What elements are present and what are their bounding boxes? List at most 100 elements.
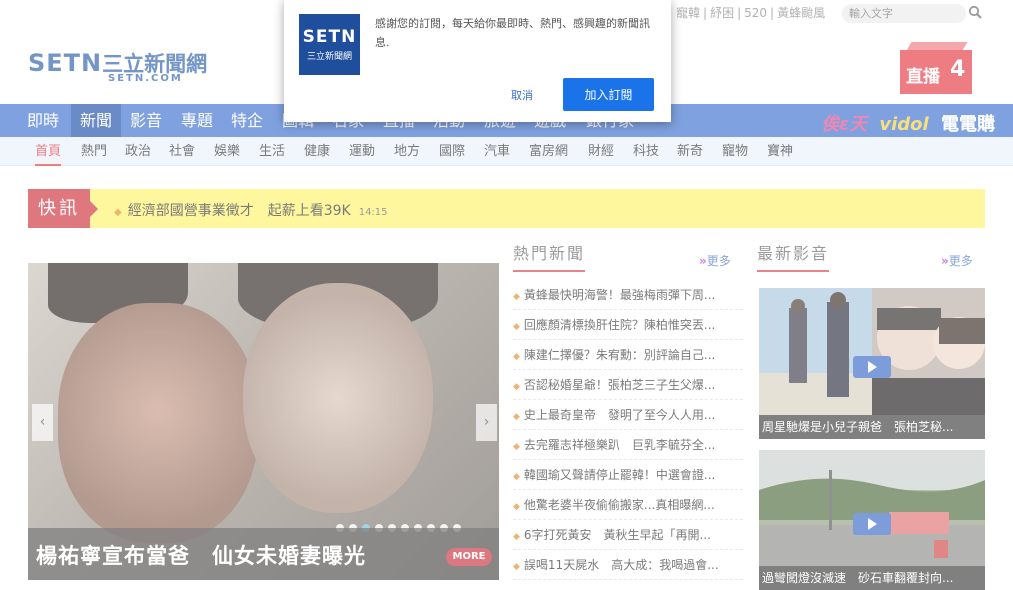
list-item[interactable]: ◆ 韓國瑜又聲請停止罷韓！中選會證... xyxy=(513,460,743,490)
news-headline: 去完羅志祥極樂趴 巨乳李毓芬全... xyxy=(523,438,716,452)
dialog-message: 感謝您的訂閱，每天給你最即時、熱門、感興趣的新聞訊息. xyxy=(375,17,650,49)
carousel-next-button[interactable]: › xyxy=(476,404,497,441)
brand-link[interactable]: vidol xyxy=(879,114,928,135)
diamond-icon: ◆ xyxy=(513,532,520,542)
diamond-icon: ◆ xyxy=(513,412,520,422)
list-item[interactable]: ◆ 黃蜂最快明海警！最強梅雨彈下周... xyxy=(513,280,743,310)
news-headline: 否認秘婚星爺！張柏芝三子生父爆... xyxy=(523,378,716,392)
list-item[interactable]: ◆ 史上最奇皇帝 發明了至今人人用... xyxy=(513,400,743,430)
nav-item-active[interactable]: 新聞 xyxy=(71,104,121,137)
search-icon[interactable] xyxy=(968,5,982,19)
hot-news-list: ◆ 黃蜂最快明海警！最強梅雨彈下周... ◆ 回應顏清標換肝住院？陳柏惟突丟... … xyxy=(513,280,743,580)
divider: | xyxy=(770,6,775,20)
list-item[interactable]: ◆ 陳建仁擇優？朱宥勳：別評論自己... xyxy=(513,340,743,370)
list-item[interactable]: ◆ 去完羅志祥極樂趴 巨乳李毓芬全... xyxy=(513,430,743,460)
subnav-item[interactable]: 熱門 xyxy=(81,137,107,166)
subnav-item[interactable]: 國際 xyxy=(439,137,465,166)
keyword-link[interactable]: 寵韓 xyxy=(676,6,700,20)
nav-item[interactable]: 特企 xyxy=(222,104,272,137)
nav-item[interactable]: 即時 xyxy=(18,104,68,137)
carousel-prev-button[interactable]: ‹ xyxy=(32,404,53,441)
live-count: 4 xyxy=(950,57,966,82)
news-headline: 回應顏清標換肝住院？陳柏惟突丟... xyxy=(523,318,716,332)
carousel-dots xyxy=(336,517,466,532)
dialog-logo: SETN 三立新聞網 xyxy=(299,14,360,75)
video-caption: 過彎闖燈沒減速 砂石車翻覆封向... xyxy=(759,566,985,590)
subnav-item[interactable]: 政治 xyxy=(125,137,151,166)
breaking-news-text: 經濟部國營事業徵才 起薪上看39K xyxy=(127,203,351,219)
breaking-news-label: 快訊 xyxy=(28,189,90,228)
brand-link[interactable]: 俟ε天 xyxy=(821,114,867,135)
list-item[interactable]: ◆ 他驚老婆半夜偷偷搬家...真相曝網... xyxy=(513,490,743,520)
subnav-item[interactable]: 健康 xyxy=(304,137,330,166)
diamond-icon: ◆ xyxy=(513,322,520,332)
news-headline: 他驚老婆半夜偷偷搬家...真相曝網... xyxy=(523,498,715,512)
hot-keywords: 寵韓 | 紓困 | 520 | 黃蜂颱風 xyxy=(676,4,825,21)
sub-nav: 首頁 熱門 政治 社會 娛樂 生活 健康 運動 地方 國際 汽車 富房網 財經 … xyxy=(0,137,1013,166)
diamond-icon: ◆ xyxy=(513,502,520,512)
more-link[interactable]: » 更多 xyxy=(699,252,731,269)
headline-carousel[interactable]: ‹ › 楊祐寧宣布當爸 仙女未婚妻曝光 MORE xyxy=(28,263,499,580)
subnav-item[interactable]: 運動 xyxy=(349,137,375,166)
play-icon[interactable] xyxy=(853,513,891,535)
keyword-link[interactable]: 紓困 xyxy=(710,6,734,20)
diamond-icon: ◆ xyxy=(513,562,520,572)
site-logo[interactable]: SETN三立新聞網 SETN.COM xyxy=(28,48,218,88)
list-item[interactable]: ◆ 否認秘婚星爺！張柏芝三子生父爆... xyxy=(513,370,743,400)
subnav-item[interactable]: 寵物 xyxy=(722,137,748,166)
subnav-item[interactable]: 社會 xyxy=(169,137,195,166)
logo-text: SETN xyxy=(28,49,103,77)
dialog-logo-subtext: 三立新聞網 xyxy=(306,52,352,62)
subnav-item-active[interactable]: 首頁 xyxy=(35,137,62,166)
video-card[interactable]: 過彎闖燈沒減速 砂石車翻覆封向... xyxy=(759,450,985,590)
subnav-item[interactable]: 地方 xyxy=(394,137,420,166)
cancel-button[interactable]: 取消 xyxy=(494,82,550,108)
dialog-logo-text: SETN xyxy=(302,27,357,47)
list-item[interactable]: ◆ 6字打死黃安 黃秋生早起「再開... xyxy=(513,520,743,550)
subnav-item[interactable]: 富房網 xyxy=(529,137,568,166)
carousel-caption[interactable]: 楊祐寧宣布當爸 仙女未婚妻曝光 MORE xyxy=(28,528,499,580)
play-icon[interactable] xyxy=(853,356,891,378)
diamond-icon: ◆ xyxy=(513,442,520,452)
search-input[interactable] xyxy=(842,4,966,23)
more-link[interactable]: » 更多 xyxy=(941,252,973,269)
subnav-item[interactable]: 科技 xyxy=(633,137,659,166)
section-title: 熱門新聞 xyxy=(513,240,586,272)
subnav-item[interactable]: 生活 xyxy=(259,137,285,166)
subnav-item[interactable]: 娛樂 xyxy=(214,137,240,166)
breaking-news-bar: 快訊 ◆ 經濟部國營事業徵才 起薪上看39K 14:15 xyxy=(28,189,985,228)
subscribe-button[interactable]: 加入訂閱 xyxy=(563,78,654,111)
subnav-item[interactable]: 財經 xyxy=(588,137,614,166)
list-item[interactable]: ◆ 誤喝11天屍水 高大成：我喝過會... xyxy=(513,550,743,580)
keyword-link[interactable]: 520 xyxy=(744,6,767,20)
subscribe-dialog: SETN 三立新聞網 感謝您的訂閱，每天給你最即時、熱門、感興趣的新聞訊息. 取… xyxy=(284,0,671,122)
live-label: 直播 xyxy=(906,67,940,87)
news-headline: 6字打死黃安 黃秋生早起「再開... xyxy=(523,528,712,542)
double-chevron-icon: » xyxy=(699,254,707,268)
subnav-item[interactable]: 汽車 xyxy=(484,137,510,166)
video-caption: 周星馳爆是小兒子親爸 張柏芝秘... xyxy=(759,415,985,439)
more-button[interactable]: MORE xyxy=(446,548,492,566)
nav-item[interactable]: 專題 xyxy=(172,104,222,137)
news-headline: 黃蜂最快明海警！最強梅雨彈下周... xyxy=(523,288,716,302)
more-label: 更多 xyxy=(948,254,973,268)
keyword-link[interactable]: 黃蜂颱風 xyxy=(777,6,825,20)
subnav-item[interactable]: 新奇 xyxy=(677,137,703,166)
carousel-headline: 楊祐寧宣布當爸 仙女未婚妻曝光 xyxy=(36,544,366,568)
subnav-item[interactable]: 寶神 xyxy=(767,137,793,166)
video-thumbnail xyxy=(759,288,985,415)
news-headline: 陳建仁擇優？朱宥勳：別評論自己... xyxy=(523,348,716,362)
arrow-shape xyxy=(90,201,98,217)
list-item[interactable]: ◆ 回應顏清標換肝住院？陳柏惟突丟... xyxy=(513,310,743,340)
news-headline: 韓國瑜又聲請停止罷韓！中選會證... xyxy=(523,468,716,482)
diamond-icon: ◆ xyxy=(513,292,520,302)
divider: | xyxy=(703,6,708,20)
video-card[interactable]: 周星馳爆是小兒子親爸 張柏芝秘... xyxy=(759,288,985,439)
brand-link[interactable]: 電電購 xyxy=(941,114,995,135)
section-title: 最新影音 xyxy=(757,240,830,272)
hot-news-section: 熱門新聞 » 更多 ◆ 黃蜂最快明海警！最強梅雨彈下周... ◆ 回應顏清標換肝住院？… xyxy=(513,240,743,580)
breaking-news-link[interactable]: ◆ 經濟部國營事業徵才 起薪上看39K 14:15 xyxy=(114,200,388,220)
diamond-icon: ◆ xyxy=(513,472,520,482)
live-stream-button[interactable]: 直播 4 xyxy=(898,42,978,97)
nav-item[interactable]: 影音 xyxy=(121,104,171,137)
